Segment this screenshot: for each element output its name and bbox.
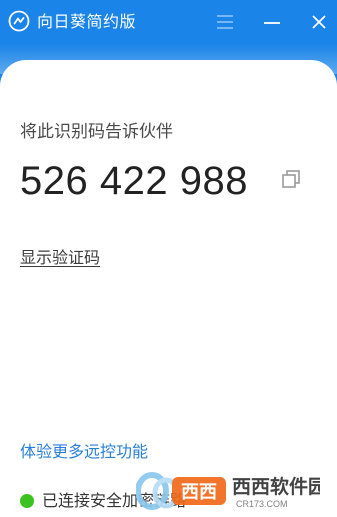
hamburger-menu-icon	[217, 15, 233, 29]
partner-instruction-label: 将此识别码告诉伙伴	[20, 122, 173, 142]
sunflower-logo-icon	[8, 10, 30, 32]
svg-text:西西: 西西	[181, 482, 217, 503]
show-verification-code-link[interactable]: 显示验证码	[20, 247, 100, 269]
close-icon	[312, 15, 326, 29]
title-bar: 向日葵简约版	[0, 0, 337, 44]
watermark-logo: 西西 西西软件园 CR173.COM	[136, 472, 320, 510]
watermark-domain-text: CR173.COM	[236, 499, 288, 509]
menu-button[interactable]	[211, 8, 239, 36]
device-id-code: 526 422 988	[20, 159, 248, 203]
minimize-button[interactable]	[258, 8, 286, 36]
copy-icon[interactable]	[281, 169, 301, 189]
app-title: 向日葵简约版	[37, 12, 137, 31]
minimize-icon	[264, 22, 280, 24]
watermark-brand-text: 西西软件园	[232, 475, 320, 498]
more-remote-features-link[interactable]: 体验更多远控功能	[20, 441, 148, 463]
close-button[interactable]	[305, 8, 333, 36]
connected-status-icon	[20, 494, 34, 508]
